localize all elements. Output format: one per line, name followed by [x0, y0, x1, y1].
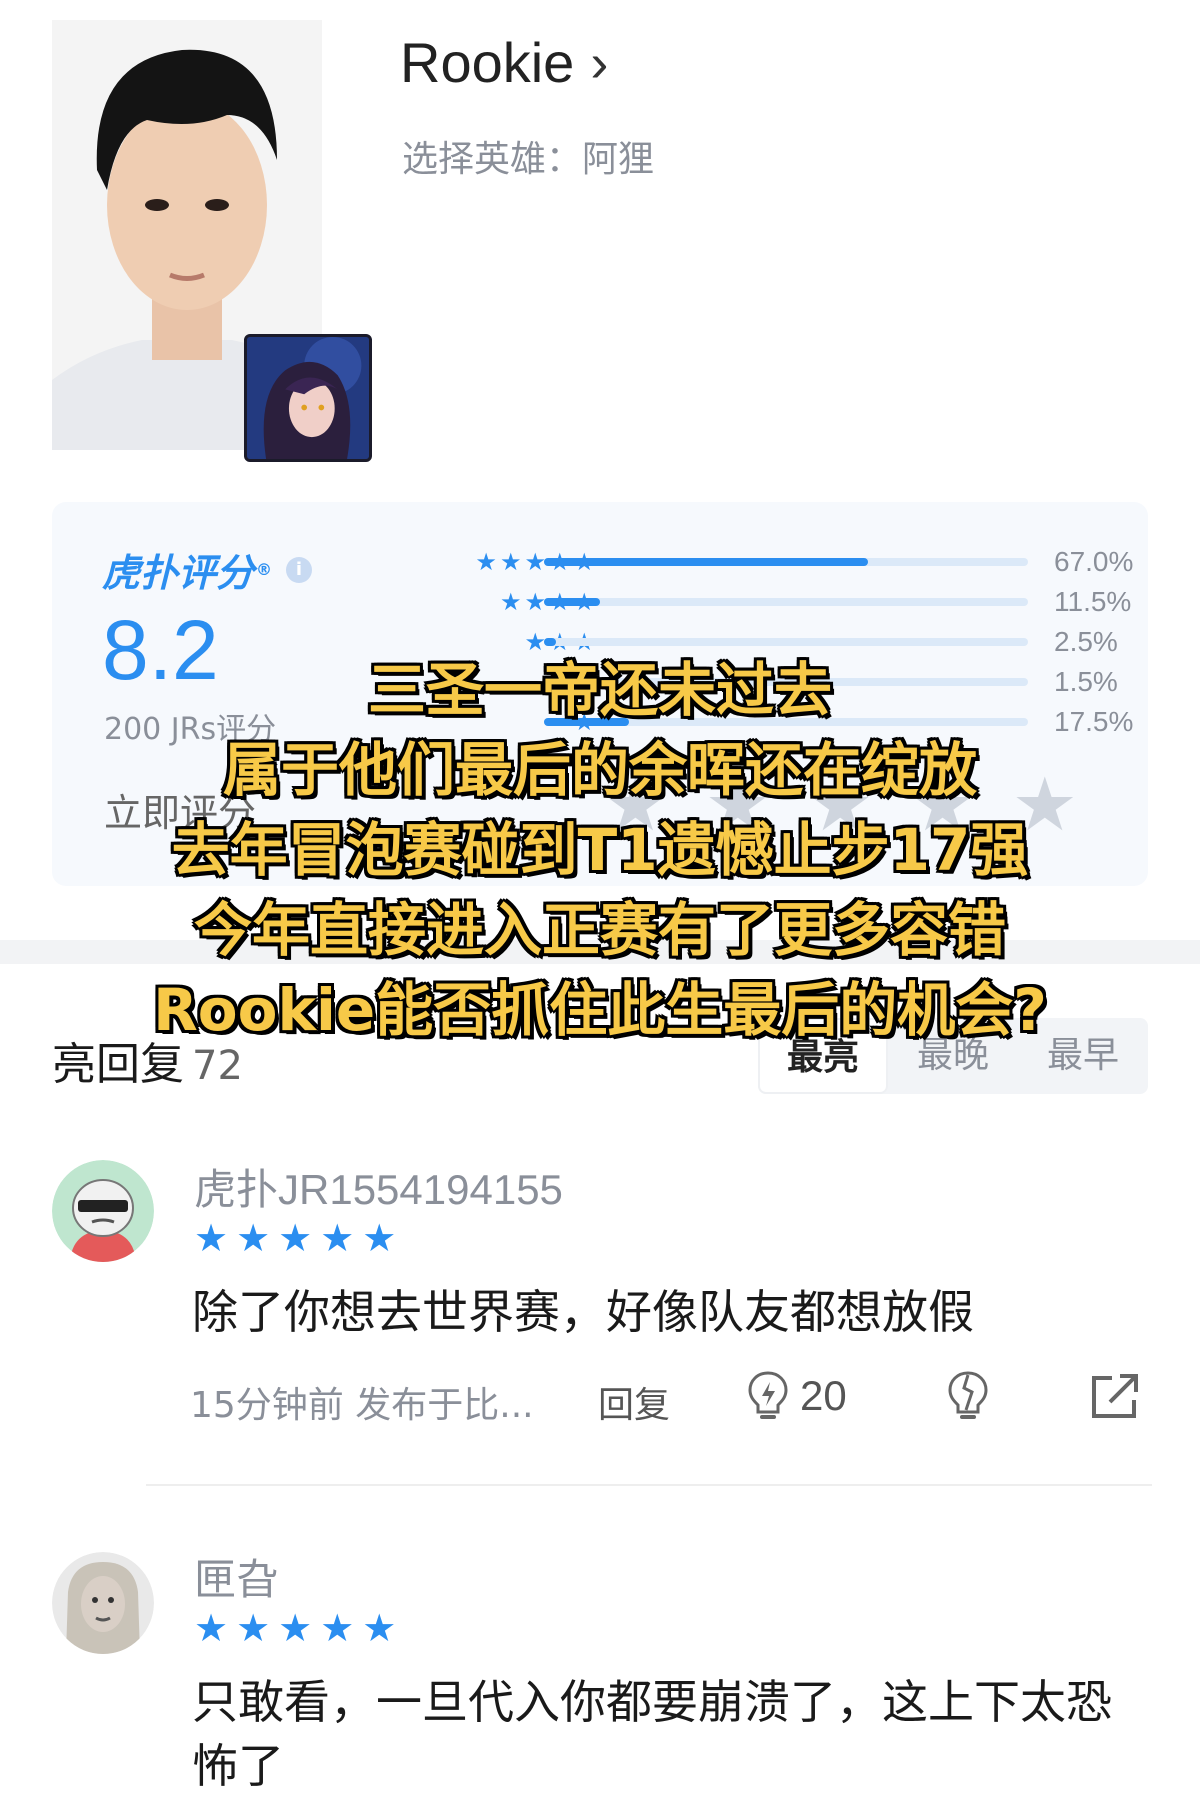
caption-line: 三圣一帝还未过去 [367, 656, 832, 724]
comment-text: 只敢看，一旦代入你都要崩溃了，这上下太恐怖了 [192, 1675, 1112, 1793]
info-icon[interactable]: i [286, 556, 313, 583]
broken-bulb-icon [948, 1371, 988, 1419]
comment-separator [146, 1484, 1152, 1486]
distribution-bar [544, 598, 1028, 606]
share-button[interactable] [1090, 1372, 1140, 1424]
hero-selection: 选择英雄：阿狸 [402, 139, 655, 180]
distribution-row: ★★★★★ 67.0% [348, 542, 1133, 582]
lightbulb-icon [748, 1371, 788, 1419]
like-count: 20 [800, 1372, 847, 1419]
comment-rating-stars: ★★★★★ [194, 1606, 405, 1650]
share-icon [1092, 1374, 1138, 1418]
video-caption-overlay: 三圣一帝还未过去 属于他们最后的余晖还在绽放 去年冒泡赛碰到T1遗憾止步17强 … [0, 650, 1200, 1050]
caption-line: 今年直接进入正赛有了更多容错 [193, 896, 1006, 964]
chevron-right-icon: › [590, 32, 609, 93]
like-button[interactable]: 20 [746, 1370, 847, 1422]
player-name-link[interactable]: Rookie › [400, 30, 608, 95]
distribution-percent: 67.0% [1054, 546, 1134, 577]
distribution-percent: 11.5% [1054, 586, 1132, 617]
reply-button[interactable]: 回复 [598, 1376, 670, 1428]
dislike-button[interactable] [946, 1370, 990, 1426]
distribution-fill [544, 558, 869, 566]
comment-username[interactable]: 匣旮 [194, 1546, 278, 1607]
caption-line: 属于他们最后的余晖还在绽放 [222, 736, 977, 804]
hupu-rating-brand: 虎扑评分 ® i [102, 542, 313, 597]
avatar[interactable] [52, 1160, 154, 1262]
comment-meta: 15分钟前 发布于比... [190, 1385, 534, 1426]
champion-icon [244, 334, 372, 462]
comment-username[interactable]: 虎扑JR1554194155 [194, 1156, 563, 1217]
comment-text: 除了你想去世界赛，好像队友都想放假 [192, 1285, 974, 1339]
caption-line: Rookie能否抓住此生最后的机会? [153, 976, 1047, 1044]
distribution-row: ★★★★ 11.5% [348, 582, 1131, 622]
brand-label: 虎扑评分 [102, 551, 255, 595]
registered-mark: ® [256, 560, 273, 579]
distribution-fill [544, 638, 557, 646]
avatar[interactable] [52, 1552, 154, 1654]
distribution-fill [544, 598, 600, 606]
distribution-bar [544, 558, 1028, 566]
comment-rating-stars: ★★★★★ [194, 1216, 405, 1260]
player-header: Rookie › 选择英雄：阿狸 [0, 0, 1200, 470]
distribution-bar [544, 638, 1028, 646]
caption-line: 去年冒泡赛碰到T1遗憾止步17强 [171, 816, 1029, 884]
player-name: Rookie [400, 31, 575, 94]
